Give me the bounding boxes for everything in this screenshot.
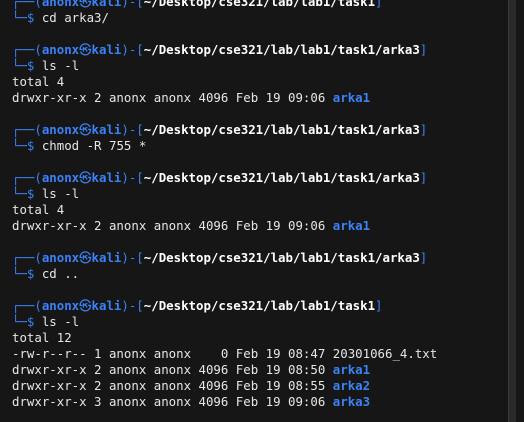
prompt-dollar: $ bbox=[26, 10, 42, 25]
output-line: drwxr-xr-x 2 anonx anonx 4096 Feb 19 09:… bbox=[12, 90, 370, 106]
prompt-dollar: $ bbox=[26, 314, 42, 329]
prompt-user: anonx bbox=[41, 298, 80, 313]
prompt-corner: ┌──( bbox=[12, 122, 42, 137]
prompt-host: kali bbox=[91, 42, 122, 57]
prompt-user: anonx bbox=[41, 250, 80, 265]
output-text: total 4 bbox=[12, 74, 65, 89]
prompt-bracket-close: ] bbox=[375, 298, 383, 313]
prompt-corner: ┌──( bbox=[12, 0, 42, 9]
file-permissions: drwxr-xr-x 2 anonx anonx 4096 Feb 19 08:… bbox=[12, 378, 333, 393]
prompt-user: anonx bbox=[41, 122, 80, 137]
prompt-corner: ┌──( bbox=[12, 250, 42, 265]
prompt-line: ┌──(anonx㉿kali)-[~/Desktop/cse321/lab/la… bbox=[12, 0, 383, 10]
prompt-line: ┌──(anonx㉿kali)-[~/Desktop/cse321/lab/la… bbox=[12, 122, 427, 138]
output-line: drwxr-xr-x 3 anonx anonx 4096 Feb 19 09:… bbox=[12, 394, 370, 410]
output-line: total 4 bbox=[12, 202, 64, 218]
prompt-host: kali bbox=[91, 250, 122, 265]
command-text: cd arka3/ bbox=[41, 10, 109, 25]
command-text: ls -l bbox=[41, 314, 80, 329]
prompt-path: ~/Desktop/cse321/lab/lab1/task1/arka3 bbox=[143, 170, 420, 185]
prompt-separator: )-[ bbox=[121, 0, 144, 9]
prompt-separator: )-[ bbox=[121, 250, 144, 265]
file-permissions: drwxr-xr-x 2 anonx anonx 4096 Feb 19 09:… bbox=[12, 90, 333, 105]
prompt-dollar: $ bbox=[26, 186, 42, 201]
prompt-line: ┌──(anonx㉿kali)-[~/Desktop/cse321/lab/la… bbox=[12, 42, 427, 58]
file-permissions: drwxr-xr-x 3 anonx anonx 4096 Feb 19 09:… bbox=[12, 394, 333, 409]
directory-name: arka2 bbox=[332, 378, 371, 393]
output-line: total 12 bbox=[12, 330, 72, 346]
command-text: cd .. bbox=[41, 266, 80, 281]
command-text: chmod -R 755 * bbox=[41, 138, 147, 153]
prompt-host: kali bbox=[91, 170, 122, 185]
vertical-scrollbar[interactable] bbox=[508, 0, 516, 422]
command-line: └─$ ls -l bbox=[12, 186, 79, 202]
terminal-window[interactable]: ┌──(anonx㉿kali)-[~/Desktop/cse321/lab/la… bbox=[0, 0, 516, 422]
prompt-separator: )-[ bbox=[121, 42, 144, 57]
prompt-corner-bottom: └─ bbox=[12, 58, 27, 73]
prompt-line: ┌──(anonx㉿kali)-[~/Desktop/cse321/lab/la… bbox=[12, 250, 427, 266]
output-line: drwxr-xr-x 2 anonx anonx 4096 Feb 19 09:… bbox=[12, 218, 370, 234]
prompt-dollar: $ bbox=[26, 138, 42, 153]
prompt-path: ~/Desktop/cse321/lab/lab1/task1 bbox=[143, 298, 376, 313]
prompt-path: ~/Desktop/cse321/lab/lab1/task1/arka3 bbox=[143, 42, 420, 57]
prompt-corner-bottom: └─ bbox=[12, 314, 27, 329]
prompt-host: kali bbox=[91, 0, 122, 9]
prompt-separator: )-[ bbox=[121, 122, 144, 137]
directory-name: arka3 bbox=[332, 394, 371, 409]
directory-name: arka1 bbox=[332, 362, 371, 377]
file-permissions: drwxr-xr-x 2 anonx anonx 4096 Feb 19 09:… bbox=[12, 218, 333, 233]
prompt-skull-icon: ㉿ bbox=[79, 298, 92, 313]
prompt-path: ~/Desktop/cse321/lab/lab1/task1 bbox=[143, 0, 376, 9]
directory-name: arka1 bbox=[332, 218, 371, 233]
file-permissions: drwxr-xr-x 2 anonx anonx 4096 Feb 19 08:… bbox=[12, 362, 333, 377]
command-line: └─$ cd .. bbox=[12, 266, 79, 282]
prompt-separator: )-[ bbox=[121, 298, 144, 313]
command-text: ls -l bbox=[41, 186, 80, 201]
output-line: total 4 bbox=[12, 74, 64, 90]
prompt-path: ~/Desktop/cse321/lab/lab1/task1/arka3 bbox=[143, 250, 420, 265]
prompt-skull-icon: ㉿ bbox=[79, 250, 92, 265]
prompt-bracket-close: ] bbox=[419, 170, 428, 185]
prompt-skull-icon: ㉿ bbox=[79, 0, 92, 9]
prompt-dollar: $ bbox=[26, 266, 42, 281]
command-line: └─$ ls -l bbox=[12, 58, 79, 74]
prompt-corner-bottom: └─ bbox=[12, 138, 27, 153]
output-text: total 4 bbox=[12, 202, 65, 217]
prompt-bracket-close: ] bbox=[419, 122, 428, 137]
prompt-dollar: $ bbox=[26, 58, 42, 73]
prompt-corner-bottom: └─ bbox=[12, 10, 27, 25]
output-line: -rw-r--r-- 1 anonx anonx 0 Feb 19 08:47 … bbox=[12, 346, 437, 362]
prompt-host: kali bbox=[91, 298, 122, 313]
prompt-skull-icon: ㉿ bbox=[79, 122, 92, 137]
command-line: └─$ cd arka3/ bbox=[12, 10, 109, 26]
output-line: drwxr-xr-x 2 anonx anonx 4096 Feb 19 08:… bbox=[12, 362, 370, 378]
prompt-host: kali bbox=[91, 122, 122, 137]
command-text: ls -l bbox=[41, 58, 80, 73]
file-name: 20301066_4.txt bbox=[332, 346, 438, 361]
prompt-line: ┌──(anonx㉿kali)-[~/Desktop/cse321/lab/la… bbox=[12, 170, 427, 186]
prompt-path: ~/Desktop/cse321/lab/lab1/task1/arka3 bbox=[143, 122, 420, 137]
prompt-corner: ┌──( bbox=[12, 298, 42, 313]
file-permissions: -rw-r--r-- 1 anonx anonx 0 Feb 19 08:47 bbox=[12, 346, 333, 361]
command-line: └─$ chmod -R 755 * bbox=[12, 138, 146, 154]
prompt-line: ┌──(anonx㉿kali)-[~/Desktop/cse321/lab/la… bbox=[12, 298, 383, 314]
prompt-corner: ┌──( bbox=[12, 42, 42, 57]
prompt-skull-icon: ㉿ bbox=[79, 170, 92, 185]
prompt-user: anonx bbox=[41, 0, 80, 9]
prompt-corner-bottom: └─ bbox=[12, 266, 27, 281]
prompt-skull-icon: ㉿ bbox=[79, 42, 92, 57]
output-line: drwxr-xr-x 2 anonx anonx 4096 Feb 19 08:… bbox=[12, 378, 370, 394]
prompt-corner-bottom: └─ bbox=[12, 186, 27, 201]
prompt-bracket-close: ] bbox=[375, 0, 383, 9]
prompt-separator: )-[ bbox=[121, 170, 144, 185]
directory-name: arka1 bbox=[332, 90, 371, 105]
prompt-user: anonx bbox=[41, 170, 80, 185]
output-text: total 12 bbox=[12, 330, 72, 345]
prompt-corner: ┌──( bbox=[12, 170, 42, 185]
prompt-bracket-close: ] bbox=[419, 250, 428, 265]
command-line: └─$ ls -l bbox=[12, 314, 79, 330]
prompt-user: anonx bbox=[41, 42, 80, 57]
prompt-bracket-close: ] bbox=[419, 42, 428, 57]
